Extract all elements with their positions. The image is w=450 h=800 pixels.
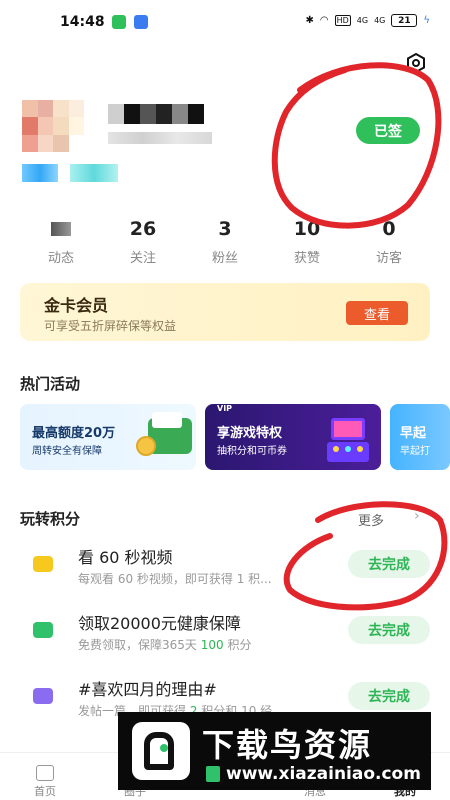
profile-stats: 动态 26 关注 3 粉丝 10 获赞 0 访客 xyxy=(20,218,430,266)
stat-label: 动态 xyxy=(47,251,74,266)
user-subtitle-blurred xyxy=(108,132,212,144)
stat-dynamics[interactable]: 动态 xyxy=(20,218,102,266)
status-indicators: ✱ ◠ HD 4G 4G 21 ϟ xyxy=(305,14,430,27)
charging-icon: ϟ xyxy=(423,15,430,26)
gold-card-subtitle: 可享受五折屏碎保等权益 xyxy=(44,319,177,333)
watermark-url: www.xiazainiao.com xyxy=(226,764,421,784)
bird-logo-icon xyxy=(132,722,190,780)
activity-banner-loan[interactable]: 最高额度20万 周转安全有保障 xyxy=(20,404,196,470)
task-title: 看 60 秒视频 xyxy=(78,548,173,567)
banner-subtitle: 早起打 xyxy=(400,446,430,457)
stat-likes[interactable]: 10 获赞 xyxy=(266,218,348,266)
wifi-icon: ◠ xyxy=(319,15,329,26)
phone-icon xyxy=(206,766,220,782)
stat-label: 粉丝 xyxy=(211,251,238,266)
stat-dynamics-value xyxy=(20,218,102,242)
battery-indicator: 21 xyxy=(391,14,418,27)
task-desc: 每观看 60 秒视频，即可获得 1 积... xyxy=(78,572,272,586)
hd-label: HD xyxy=(334,15,351,26)
user-level-blurred xyxy=(70,164,118,182)
signal-label-1: 4G xyxy=(356,16,369,25)
banner-title: 最高额度20万 xyxy=(32,426,116,441)
view-gold-button[interactable]: 查看 xyxy=(346,301,408,325)
go-complete-button[interactable]: 去完成 xyxy=(348,550,430,578)
banner-title: 早起 xyxy=(400,426,427,441)
dynamics-count-blurred xyxy=(51,222,71,236)
task-desc: 免费领取，保障365天 100 积分 xyxy=(78,638,252,652)
wechat-icon xyxy=(112,15,126,29)
banner-subtitle: 抽积分和可币券 xyxy=(217,446,287,457)
stat-visitors[interactable]: 0 访客 xyxy=(348,218,430,266)
stat-fans[interactable]: 3 粉丝 xyxy=(184,218,266,266)
activity-banner-early[interactable]: 早起 早起打 xyxy=(390,404,450,470)
video-icon xyxy=(33,556,53,572)
task-title: #喜欢四月的理由# xyxy=(78,680,217,699)
stat-label: 关注 xyxy=(129,251,156,266)
user-badge-blurred xyxy=(22,164,58,182)
bluetooth-icon: ✱ xyxy=(305,15,314,26)
watermark: 下载鸟资源 www.xiazainiao.com xyxy=(118,712,431,790)
stat-value: 10 xyxy=(293,218,321,240)
checkin-button[interactable]: 已签 xyxy=(356,117,420,144)
stat-label: 获赞 xyxy=(293,251,320,266)
stat-value: 0 xyxy=(382,218,396,240)
home-icon xyxy=(36,765,54,781)
banner-subtitle: 周转安全有保障 xyxy=(32,446,102,457)
banner-title: 享游戏特权 xyxy=(217,426,283,441)
task-item-health: 领取20000元健康保障 免费领取，保障365天 100 积分 去完成 xyxy=(0,606,450,668)
activity-banner-game[interactable]: VIP 享游戏特权 抽积分和可币券 xyxy=(205,404,381,470)
wallet-icon xyxy=(136,412,192,456)
translate-icon xyxy=(134,15,148,29)
username-blurred xyxy=(108,104,204,124)
task-title: 领取20000元健康保障 xyxy=(78,614,241,633)
arcade-machine-icon xyxy=(323,412,373,466)
more-link[interactable]: 更多 xyxy=(358,510,384,529)
nav-home[interactable]: 首页 xyxy=(0,753,90,800)
gold-member-card[interactable]: 金卡会员 可享受五折屏碎保等权益 查看 xyxy=(20,283,430,341)
stat-label: 访客 xyxy=(375,251,402,266)
coin-icon xyxy=(136,436,156,456)
stat-value: 26 xyxy=(129,218,157,240)
hot-activities-title: 热门活动 xyxy=(20,375,81,393)
banner-tag: VIP xyxy=(217,404,233,413)
status-time: 14:48 xyxy=(60,14,105,30)
stat-following[interactable]: 26 关注 xyxy=(102,218,184,266)
go-complete-button[interactable]: 去完成 xyxy=(348,616,430,644)
signal-label-2: 4G xyxy=(374,16,386,25)
stat-value: 3 xyxy=(218,218,232,240)
heart-shield-icon xyxy=(33,622,53,638)
go-complete-button[interactable]: 去完成 xyxy=(348,682,430,710)
task-item-video: 看 60 秒视频 每观看 60 秒视频，即可获得 1 积... 去完成 xyxy=(0,540,450,602)
camera-icon xyxy=(33,688,53,704)
chevron-right-icon[interactable]: › xyxy=(414,508,420,524)
avatar[interactable] xyxy=(22,100,84,152)
gold-card-title: 金卡会员 xyxy=(44,296,109,315)
settings-hexagon-icon[interactable] xyxy=(405,52,427,74)
points-section-title: 玩转积分 xyxy=(20,510,81,528)
status-bar: 14:48 ✱ ◠ HD 4G 4G 21 ϟ xyxy=(0,0,450,46)
watermark-title: 下载鸟资源 xyxy=(202,726,373,764)
